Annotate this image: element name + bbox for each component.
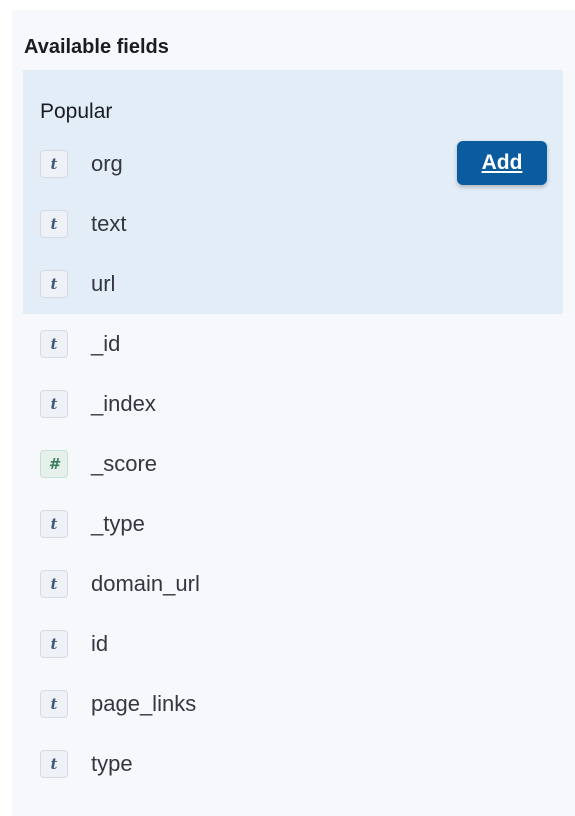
field-name: org: [91, 151, 123, 176]
string-type-icon: t: [40, 750, 68, 778]
field-item-page_links[interactable]: t page_links: [40, 688, 560, 724]
field-item-domain_url[interactable]: t domain_url: [40, 568, 560, 604]
field-name: _id: [91, 331, 121, 356]
field-item-_index[interactable]: t _index: [40, 388, 560, 424]
string-type-icon: t: [40, 390, 68, 418]
popular-fields-label: Popular: [40, 100, 113, 123]
field-item-_type[interactable]: t _type: [40, 508, 560, 544]
available-fields-heading: Available fields: [24, 36, 169, 58]
string-type-icon: t: [40, 270, 68, 298]
field-name: domain_url: [91, 571, 200, 596]
add-field-button[interactable]: Add: [457, 141, 547, 185]
string-type-icon: t: [40, 330, 68, 358]
field-name: id: [91, 631, 109, 656]
field-name: url: [91, 271, 116, 296]
field-name: _index: [91, 391, 156, 416]
field-name: _type: [91, 511, 145, 536]
string-type-icon: t: [40, 570, 68, 598]
field-name: page_links: [91, 691, 197, 716]
field-item-_score[interactable]: # _score: [40, 448, 560, 484]
string-type-icon: t: [40, 210, 68, 238]
field-name: text: [91, 211, 127, 236]
field-item-url[interactable]: t url: [40, 268, 560, 304]
string-type-icon: t: [40, 630, 68, 658]
field-item-id[interactable]: t id: [40, 628, 560, 664]
string-type-icon: t: [40, 690, 68, 718]
field-name: type: [91, 751, 133, 776]
field-item-text[interactable]: t text: [40, 208, 560, 244]
field-name: _score: [91, 451, 158, 476]
field-list-sidebar: Available fields Popular t org t text t …: [12, 10, 575, 816]
field-item-_id[interactable]: t _id: [40, 328, 560, 364]
string-type-icon: t: [40, 510, 68, 538]
field-item-type[interactable]: t type: [40, 748, 560, 784]
string-type-icon: t: [40, 150, 68, 178]
number-type-icon: #: [40, 450, 68, 478]
